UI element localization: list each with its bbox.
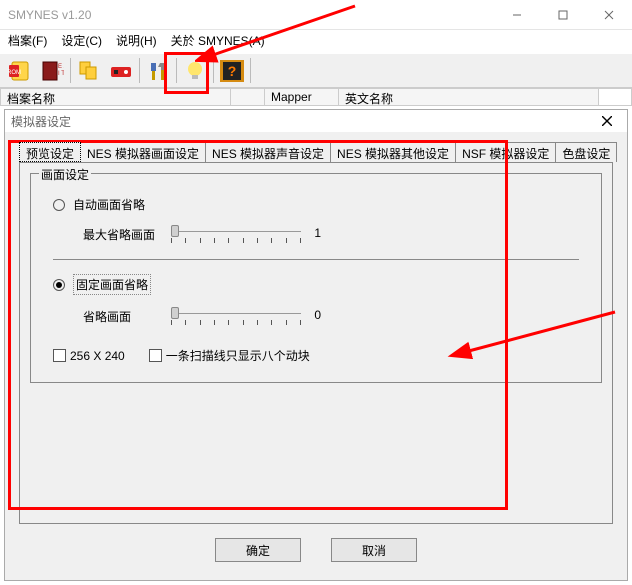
radio-fixed[interactable]: 固定画面省略 xyxy=(53,274,579,295)
col-blank[interactable] xyxy=(231,89,265,105)
tab-panel: 画面设定 自动画面省略 最大省略画面 1 xyxy=(19,162,613,524)
close-button[interactable] xyxy=(586,0,632,30)
radio-icon xyxy=(53,279,65,291)
dialog-title: 模拟器设定 xyxy=(11,113,71,130)
tab-disk[interactable]: 色盘设定 xyxy=(555,142,617,162)
emulator-settings-dialog: 模拟器设定 预览设定 NES 模拟器画面设定 NES 模拟器声音设定 NES 模… xyxy=(4,109,628,581)
menu-file[interactable]: 档案(F) xyxy=(8,32,47,49)
svg-text:I T: I T xyxy=(58,71,64,77)
copy-icon[interactable] xyxy=(74,56,104,86)
nes-icon[interactable] xyxy=(106,56,136,86)
ok-button[interactable]: 确定 xyxy=(215,538,301,562)
auto-sub-label: 最大省略画面 xyxy=(83,226,171,243)
bulb-icon[interactable] xyxy=(180,56,210,86)
menu-setting[interactable]: 设定(C) xyxy=(61,32,102,49)
group-label: 画面设定 xyxy=(39,166,91,183)
fixed-sub-label: 省略画面 xyxy=(83,308,171,325)
fixed-value: 0 xyxy=(314,308,321,322)
cancel-button[interactable]: 取消 xyxy=(331,538,417,562)
group-video: 画面设定 自动画面省略 最大省略画面 1 xyxy=(30,173,602,383)
dialog-titlebar: 模拟器设定 xyxy=(5,110,627,132)
rom-icon[interactable]: ROM xyxy=(5,56,35,86)
checkbox-icon xyxy=(53,349,66,362)
radio-auto-label: 自动画面省略 xyxy=(73,196,145,213)
radio-auto[interactable]: 自动画面省略 xyxy=(53,196,579,213)
svg-text:?: ? xyxy=(228,63,237,79)
svg-text:E X: E X xyxy=(58,64,64,70)
tab-nes-video[interactable]: NES 模拟器画面设定 xyxy=(80,142,206,162)
minimize-button[interactable] xyxy=(494,0,540,30)
menubar: 档案(F) 设定(C) 说明(H) 关於 SMYNES(A) xyxy=(0,30,632,53)
checkbox-256x240[interactable]: 256 X 240 xyxy=(53,349,125,363)
toolbar: ROM E XI T ? xyxy=(0,53,632,88)
svg-text:ROM: ROM xyxy=(8,70,21,76)
column-header-row: 档案名称 Mapper 英文名称 xyxy=(0,88,632,106)
tools-icon[interactable] xyxy=(143,56,173,86)
titlebar: SMYNES v1.20 xyxy=(0,0,632,30)
radio-fixed-label: 固定画面省略 xyxy=(73,274,151,295)
dialog-close-button[interactable] xyxy=(587,110,627,132)
separator xyxy=(53,259,579,260)
tabs: 预览设定 NES 模拟器画面设定 NES 模拟器声音设定 NES 模拟器其他设定… xyxy=(19,142,613,162)
slider-auto[interactable]: 1 xyxy=(171,225,301,243)
col-mapper[interactable]: Mapper xyxy=(265,89,339,105)
tab-nes-audio[interactable]: NES 模拟器声音设定 xyxy=(205,142,331,162)
question-icon[interactable]: ? xyxy=(217,56,247,86)
exit-icon[interactable]: E XI T xyxy=(37,56,67,86)
checkbox-8sprites[interactable]: 一条扫描线只显示八个动块 xyxy=(149,347,310,364)
menu-about[interactable]: 关於 SMYNES(A) xyxy=(171,32,265,49)
col-english[interactable]: 英文名称 xyxy=(339,89,599,105)
tab-nes-other[interactable]: NES 模拟器其他设定 xyxy=(330,142,456,162)
tab-nsf[interactable]: NSF 模拟器设定 xyxy=(455,142,556,162)
col-name[interactable]: 档案名称 xyxy=(1,89,231,105)
auto-value: 1 xyxy=(314,226,321,240)
menu-help[interactable]: 说明(H) xyxy=(116,32,157,49)
maximize-button[interactable] xyxy=(540,0,586,30)
checkbox-icon xyxy=(149,349,162,362)
tab-preview[interactable]: 预览设定 xyxy=(19,142,81,162)
slider-fixed[interactable]: 0 xyxy=(171,307,301,325)
checkbox-256-label: 256 X 240 xyxy=(70,349,125,363)
app-title: SMYNES v1.20 xyxy=(8,8,91,22)
checkbox-scan-label: 一条扫描线只显示八个动块 xyxy=(166,347,310,364)
radio-icon xyxy=(53,199,65,211)
